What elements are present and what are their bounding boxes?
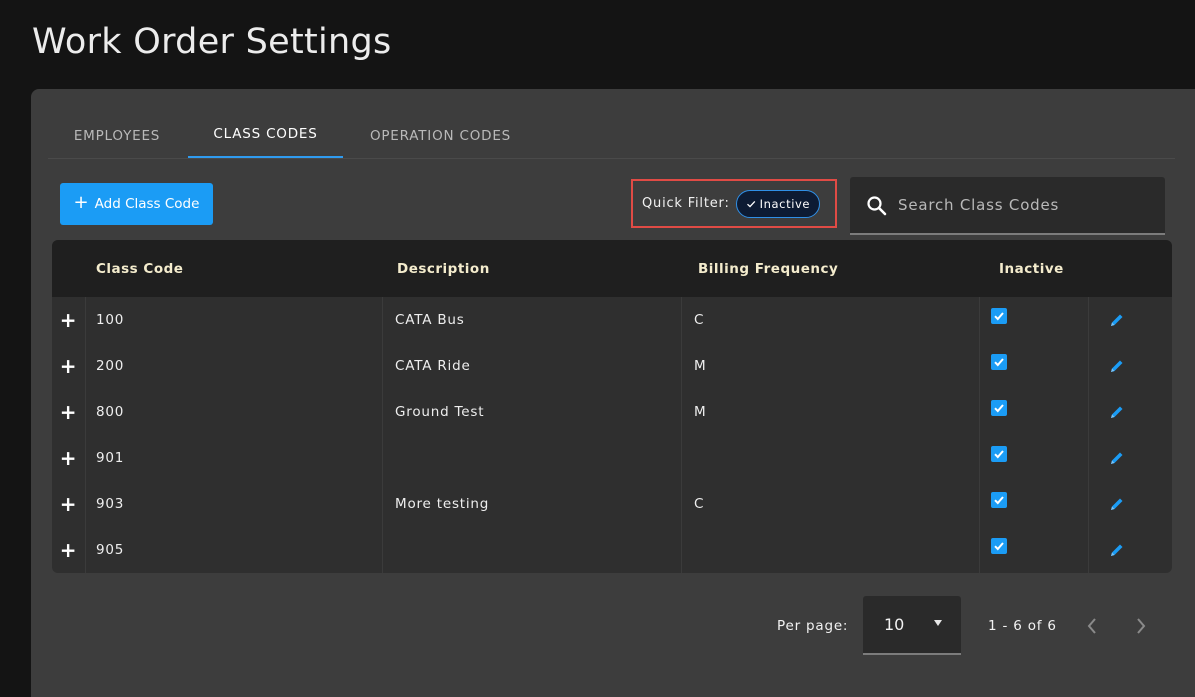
cell-billing-frequency: C (694, 496, 705, 512)
cell-class-code: 100 (96, 312, 125, 328)
chevron-left-icon[interactable] (1082, 616, 1102, 636)
header-description[interactable]: Description (397, 240, 490, 297)
expand-icon[interactable]: + (52, 435, 85, 481)
checkbox-checked-icon (991, 354, 1007, 370)
per-page-value: 10 (884, 615, 905, 634)
cell-billing-frequency: C (694, 312, 705, 328)
cell-billing-frequency: M (694, 404, 707, 420)
cell-class-code: 901 (96, 450, 125, 466)
checkbox-checked-icon (991, 308, 1007, 324)
quick-filter: Quick Filter: Inactive (631, 179, 837, 228)
expand-icon[interactable]: + (52, 343, 85, 389)
pencil-icon[interactable] (1105, 527, 1129, 573)
expand-icon[interactable]: + (52, 389, 85, 435)
inactive-checkbox[interactable] (991, 537, 1009, 555)
inactive-filter-chip[interactable]: Inactive (735, 189, 821, 218)
cell-class-code: 800 (96, 404, 125, 420)
add-class-code-label: Add Class Code (94, 196, 200, 212)
inactive-checkbox[interactable] (991, 307, 1009, 325)
page-title: Work Order Settings (32, 22, 392, 62)
per-page-select[interactable]: 10 (863, 596, 961, 655)
pencil-icon[interactable] (1105, 343, 1129, 389)
inactive-checkbox[interactable] (991, 445, 1009, 463)
settings-card: EMPLOYEES CLASS CODES OPERATION CODES + … (31, 89, 1195, 697)
cell-class-code: 903 (96, 496, 125, 512)
cell-class-code: 200 (96, 358, 125, 374)
table-row[interactable]: + 903 More testing C (52, 481, 1172, 527)
tab-operation-codes[interactable]: OPERATION CODES (368, 113, 513, 159)
search-icon (867, 195, 887, 215)
cell-description: More testing (395, 496, 490, 512)
quick-filter-label: Quick Filter: (642, 196, 730, 211)
tab-class-codes[interactable]: CLASS CODES (188, 111, 343, 158)
table-header: Class Code Description Billing Frequency… (52, 240, 1172, 297)
checkbox-checked-icon (991, 400, 1007, 416)
cell-description: CATA Ride (395, 358, 471, 374)
cell-billing-frequency: M (694, 358, 707, 374)
cell-class-code: 905 (96, 542, 125, 558)
inactive-checkbox[interactable] (991, 353, 1009, 371)
table-row[interactable]: + 100 CATA Bus C (52, 297, 1172, 343)
header-class-code[interactable]: Class Code (96, 240, 183, 297)
table-row[interactable]: + 905 (52, 527, 1172, 573)
tab-employees[interactable]: EMPLOYEES (53, 113, 181, 159)
inactive-checkbox[interactable] (991, 399, 1009, 417)
class-codes-table: Class Code Description Billing Frequency… (52, 240, 1172, 573)
header-inactive[interactable]: Inactive (999, 240, 1064, 297)
inactive-checkbox[interactable] (991, 491, 1009, 509)
pencil-icon[interactable] (1105, 297, 1129, 343)
expand-icon[interactable]: + (52, 297, 85, 343)
cell-description: CATA Bus (395, 312, 465, 328)
pencil-icon[interactable] (1105, 389, 1129, 435)
table-row[interactable]: + 901 (52, 435, 1172, 481)
header-billing-frequency[interactable]: Billing Frequency (698, 240, 838, 297)
expand-icon[interactable]: + (52, 481, 85, 527)
chevron-right-icon[interactable] (1131, 616, 1151, 636)
check-icon (746, 200, 755, 208)
search-box (850, 177, 1165, 235)
table-row[interactable]: + 200 CATA Ride M (52, 343, 1172, 389)
pencil-icon[interactable] (1105, 435, 1129, 481)
checkbox-checked-icon (991, 446, 1007, 462)
plus-icon: + (73, 192, 89, 213)
caret-down-icon (934, 620, 942, 626)
pencil-icon[interactable] (1105, 481, 1129, 527)
expand-icon[interactable]: + (52, 527, 85, 573)
checkbox-checked-icon (991, 492, 1007, 508)
checkbox-checked-icon (991, 538, 1007, 554)
inactive-chip-label: Inactive (759, 196, 811, 211)
per-page-label: Per page: (777, 618, 849, 634)
add-class-code-button[interactable]: + Add Class Code (60, 183, 213, 225)
pagination-range: 1 - 6 of 6 (988, 617, 1057, 634)
search-input[interactable] (898, 196, 1148, 214)
cell-description: Ground Test (395, 404, 485, 420)
table-row[interactable]: + 800 Ground Test M (52, 389, 1172, 435)
tab-bar: EMPLOYEES CLASS CODES OPERATION CODES (48, 113, 1175, 159)
